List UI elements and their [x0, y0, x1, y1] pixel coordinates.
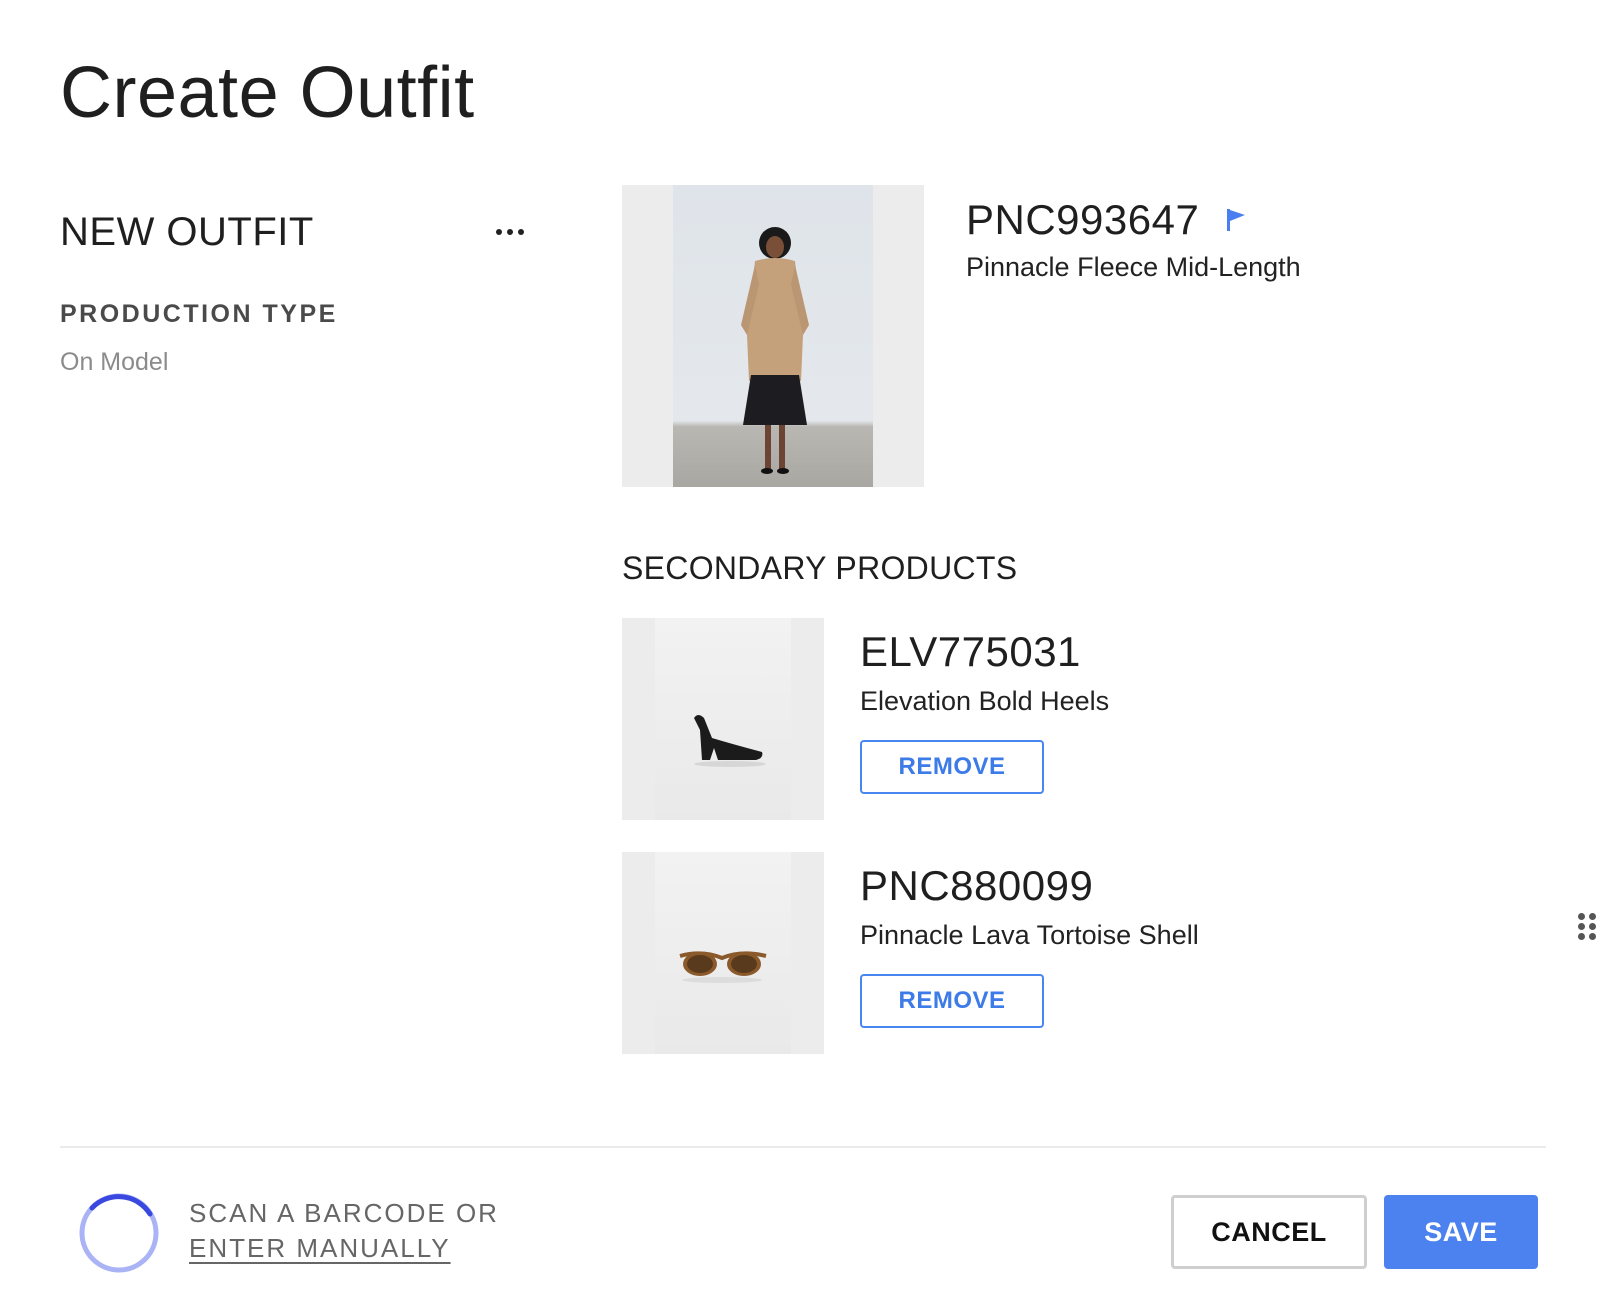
secondary-products-title: SECONDARY PRODUCTS: [622, 550, 1018, 586]
model-photo: [673, 185, 873, 487]
primary-product-sku: PNC993647: [966, 196, 1200, 243]
cancel-button[interactable]: CANCEL: [1171, 1195, 1367, 1269]
outfit-name: NEW OUTFIT: [60, 210, 314, 254]
page-title: Create Outfit: [60, 53, 475, 133]
remove-button[interactable]: REMOVE: [860, 974, 1044, 1028]
model-figure: [741, 227, 809, 474]
secondary-product-image: [622, 852, 824, 1054]
secondary-product-sku: ELV775031: [860, 628, 1081, 675]
save-button[interactable]: SAVE: [1384, 1195, 1538, 1269]
drag-handle-icon[interactable]: [1578, 913, 1596, 943]
loading-spinner-icon: [79, 1193, 159, 1273]
scan-barcode-text: SCAN A BARCODE OR: [189, 1198, 499, 1228]
more-options-icon[interactable]: [488, 220, 532, 244]
primary-product-image: [622, 185, 924, 487]
remove-button[interactable]: REMOVE: [860, 740, 1044, 794]
sunglasses-image: [679, 951, 767, 983]
production-type-label: PRODUCTION TYPE: [60, 300, 338, 328]
secondary-product-image: [622, 618, 824, 820]
secondary-product-item: PNC880099 Pinnacle Lava Tortoise Shell R…: [622, 852, 1522, 1054]
secondary-product-item: ELV775031 Elevation Bold Heels REMOVE: [622, 618, 1522, 820]
secondary-product-name: Pinnacle Lava Tortoise Shell: [860, 920, 1199, 950]
production-type-value: On Model: [60, 348, 169, 376]
secondary-product-sku: PNC880099: [860, 862, 1094, 909]
primary-product-name: Pinnacle Fleece Mid-Length: [966, 252, 1301, 282]
enter-manually-link[interactable]: ENTER MANUALLY: [189, 1233, 451, 1264]
heel-shoe-image: [694, 715, 766, 767]
footer-divider: [60, 1146, 1546, 1148]
secondary-product-name: Elevation Bold Heels: [860, 686, 1110, 716]
flag-icon[interactable]: [1225, 207, 1247, 233]
